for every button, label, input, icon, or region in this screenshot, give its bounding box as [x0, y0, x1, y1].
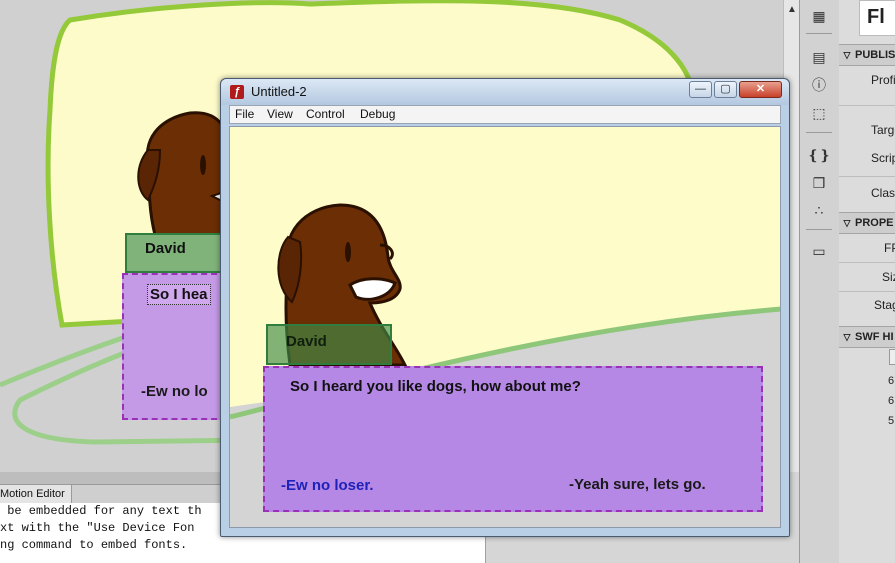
- divider: [839, 262, 895, 263]
- panel-icon-column: ▦ ▤ ⓘ ⬚ ❴❵ ❒ ∴ ▭: [799, 0, 840, 563]
- publish-section-header[interactable]: ▽ PUBLISH: [839, 44, 895, 66]
- motion-presets-icon[interactable]: ∴: [810, 201, 828, 219]
- menu-view[interactable]: View: [267, 107, 293, 121]
- close-button[interactable]: ✕: [739, 81, 782, 98]
- window-title: Untitled-2: [251, 84, 307, 99]
- info-icon[interactable]: ⓘ: [810, 76, 828, 94]
- menu-debug[interactable]: Debug: [360, 107, 395, 121]
- minimize-button[interactable]: —: [689, 81, 712, 98]
- properties-panel: Fl ▽ PUBLISH Profi Targe Scrip Clas ▽ PROP…: [839, 0, 895, 563]
- option-text-authoring[interactable]: -Ew no lo: [141, 383, 208, 400]
- align-icon[interactable]: ▤: [810, 48, 828, 66]
- maximize-button[interactable]: ▢: [714, 81, 737, 98]
- dialog-line: So I heard you like dogs, how about me?: [290, 378, 581, 395]
- collapse-triangle-icon: ▽: [843, 50, 851, 60]
- tab-motion-editor[interactable]: Motion Editor: [0, 485, 72, 503]
- divider: [839, 291, 895, 292]
- library-icon[interactable]: ▭: [810, 242, 828, 260]
- swf-history-size: 5: [888, 415, 895, 427]
- section-title: PROPE: [855, 217, 894, 229]
- swf-history-header[interactable]: ▽ SWF HI: [839, 326, 895, 348]
- transform-icon[interactable]: ⬚: [810, 104, 828, 122]
- window-titlebar[interactable]: ƒ Untitled-2 — ▢ ✕: [221, 79, 789, 105]
- divider: [806, 132, 832, 133]
- profile-label: Profi: [871, 73, 895, 87]
- class-label: Clas: [871, 186, 895, 200]
- stage-label: Stag: [874, 298, 895, 312]
- section-title: PUBLISH: [855, 49, 895, 61]
- divider: [839, 105, 895, 106]
- collapse-triangle-icon: ▽: [843, 332, 851, 342]
- section-title: SWF HI: [855, 331, 894, 343]
- menu-file[interactable]: File: [235, 107, 254, 121]
- menu-control[interactable]: Control: [306, 107, 345, 121]
- swf-history-size: 6: [888, 375, 895, 387]
- components-icon[interactable]: ❒: [810, 174, 828, 192]
- menu-bar: File View Control Debug: [229, 105, 781, 124]
- option-yes-button[interactable]: -Yeah sure, lets go.: [569, 476, 706, 493]
- script-label: Scrip: [871, 151, 895, 165]
- character-name: David: [286, 333, 327, 350]
- character-name-tag: David: [266, 324, 392, 365]
- flash-player-window[interactable]: ƒ Untitled-2 — ▢ ✕ File View Control Deb…: [220, 78, 790, 537]
- size-label: Siz: [882, 270, 895, 284]
- name-tag-authoring[interactable]: David: [125, 233, 225, 273]
- swf-history-size: 6: [888, 395, 895, 407]
- name-tag-text: David: [145, 240, 186, 257]
- swf-content-area[interactable]: David So I heard you like dogs, how abou…: [229, 126, 781, 528]
- collapse-triangle-icon: ▽: [843, 218, 851, 228]
- grid-icon[interactable]: ▦: [810, 7, 828, 25]
- flash-logo: Fl: [859, 0, 895, 36]
- code-snippets-icon[interactable]: ❴❵: [807, 146, 830, 164]
- flash-player-icon: ƒ: [230, 85, 244, 99]
- scroll-up-arrow-icon[interactable]: ▲: [787, 4, 797, 15]
- option-no-button[interactable]: -Ew no loser.: [281, 477, 374, 494]
- divider: [839, 176, 895, 177]
- selected-textfield[interactable]: So I hea: [147, 284, 211, 305]
- divider: [806, 229, 832, 230]
- clear-button[interactable]: [889, 349, 895, 365]
- divider: [806, 33, 832, 34]
- target-label: Targe: [871, 123, 895, 137]
- properties-section-header[interactable]: ▽ PROPE: [839, 212, 895, 234]
- output-line: ng command to embed fonts.: [0, 538, 188, 552]
- fps-label: FP: [884, 241, 895, 255]
